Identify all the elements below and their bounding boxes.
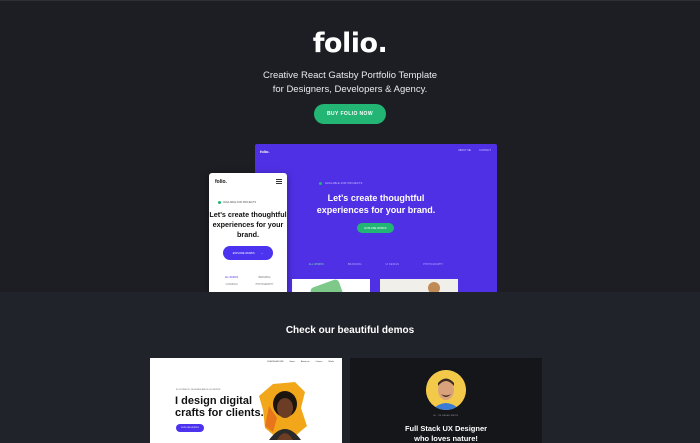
desktop-nav-about: ABOUT ME [458, 149, 472, 152]
desktop-preview-heading: Let's create thoughtful experiences for … [255, 192, 497, 216]
mobile-filter-branding: BRANDING [258, 277, 271, 279]
mobile-filter-all: ALL WORKS [224, 277, 239, 279]
desktop-preview-nav: ABOUT ME CONTACT [458, 149, 491, 152]
desktop-nav-contact: CONTACT [479, 149, 491, 152]
desktop-preview-button: EXPLORE WORKS [357, 223, 394, 233]
mobile-heading-line-2: experiences for your [212, 220, 284, 229]
mobile-preview-logo: folio. [215, 179, 227, 185]
mobile-button-label: EXPLORE WORKS [232, 251, 255, 255]
demos-section: Check our beautiful demos CLAUDIA MOORE … [0, 292, 700, 443]
arrow-right-icon: → [260, 251, 264, 255]
mobile-preview: folio. AVAILABLE FOR PROJECTS Let's crea… [209, 173, 287, 293]
demo-nav-works: Works [328, 361, 334, 363]
desktop-preview: folio. ABOUT ME CONTACT AVAILABLE FOR PR… [255, 144, 497, 293]
demo-card-heading: Full Stack UX Designer who loves nature! [350, 424, 542, 443]
portrait-image [259, 382, 307, 440]
mobile-filter-photography: PHOTOGRAPHY [255, 284, 274, 286]
demo-heading-line-1: Full Stack UX Designer [404, 424, 488, 433]
desktop-filter-all: ALL WORKS [308, 264, 324, 266]
tagline-line-2: for Designers, Developers & Agency. [272, 84, 428, 95]
tagline-line-1: Creative React Gatsby Portfolio Template [262, 70, 438, 81]
buy-folio-button[interactable]: BUY FOLIO NOW [314, 104, 386, 124]
desktop-preview-tag: AVAILABLE FOR PROJECTS [319, 182, 363, 185]
demos-title: Check our beautiful demos [285, 325, 415, 336]
demo-card-heading: I design digital crafts for clients. [175, 395, 264, 419]
logo[interactable]: folio. [0, 28, 700, 59]
avatar [426, 370, 466, 410]
mobile-preview-tag: AVAILABLE FOR PROJECTS [217, 201, 257, 204]
mobile-filter-ui: UI DESIGN [225, 284, 238, 286]
demo-nav-contact: Contact [315, 361, 323, 363]
demo-card-tag: ILLUSTRATOR, DESIGNER AND BLOG WRITER [176, 389, 221, 391]
tagline: Creative React Gatsby Portfolio Template… [0, 69, 700, 97]
desktop-preview-thumbnail [380, 279, 458, 293]
demo-card-designer[interactable]: CLAUDIA MOORE Home About me Contact Work… [150, 358, 342, 443]
desktop-filter-branding: BRANDING [347, 264, 362, 266]
demo-heading-line-1: I design digital [175, 395, 253, 407]
desktop-preview-filters: ALL WORKS BRANDING UI DESIGN PHOTOGRAPHY [255, 264, 497, 266]
mobile-heading-line-3: brand. [237, 230, 259, 239]
hamburger-menu-icon [276, 179, 282, 184]
desktop-heading-line-1: Let's create thoughtful [327, 193, 425, 203]
mobile-preview-filters: ALL WORKS BRANDING UI DESIGN PHOTOGRAPHY [215, 277, 281, 286]
desktop-filter-ui: UI DESIGN [385, 264, 400, 266]
mobile-heading-line-1: Let's create thoughtful [209, 210, 287, 219]
demo-card-button: EXPLORE WORKS [176, 424, 204, 432]
hero-section: folio. Creative React Gatsby Portfolio T… [0, 0, 700, 293]
demo-card-nav: CLAUDIA MOORE Home About me Contact Work… [267, 361, 334, 363]
desktop-preview-thumbnail [292, 279, 370, 293]
demo-nav-about: About me [300, 361, 310, 363]
demo-heading-line-2: who loves nature! [414, 434, 478, 443]
mobile-preview-heading: Let's create thoughtful experiences for … [209, 210, 287, 240]
demo-nav-brand: CLAUDIA MOORE [266, 361, 284, 363]
desktop-filter-photography: PHOTOGRAPHY [423, 264, 444, 266]
demo-card-ux[interactable]: HI, I'M BRIAN SMITH Full Stack UX Design… [350, 358, 542, 443]
desktop-heading-line-2: experiences for your brand. [316, 205, 436, 215]
demo-card-tag: HI, I'M BRIAN SMITH [433, 415, 459, 417]
desktop-preview-logo: folio. [260, 149, 270, 154]
mobile-preview-button: EXPLORE WORKS → [223, 246, 273, 260]
demo-heading-line-2: crafts for clients. [175, 407, 264, 419]
demo-nav-home: Home [289, 361, 295, 363]
